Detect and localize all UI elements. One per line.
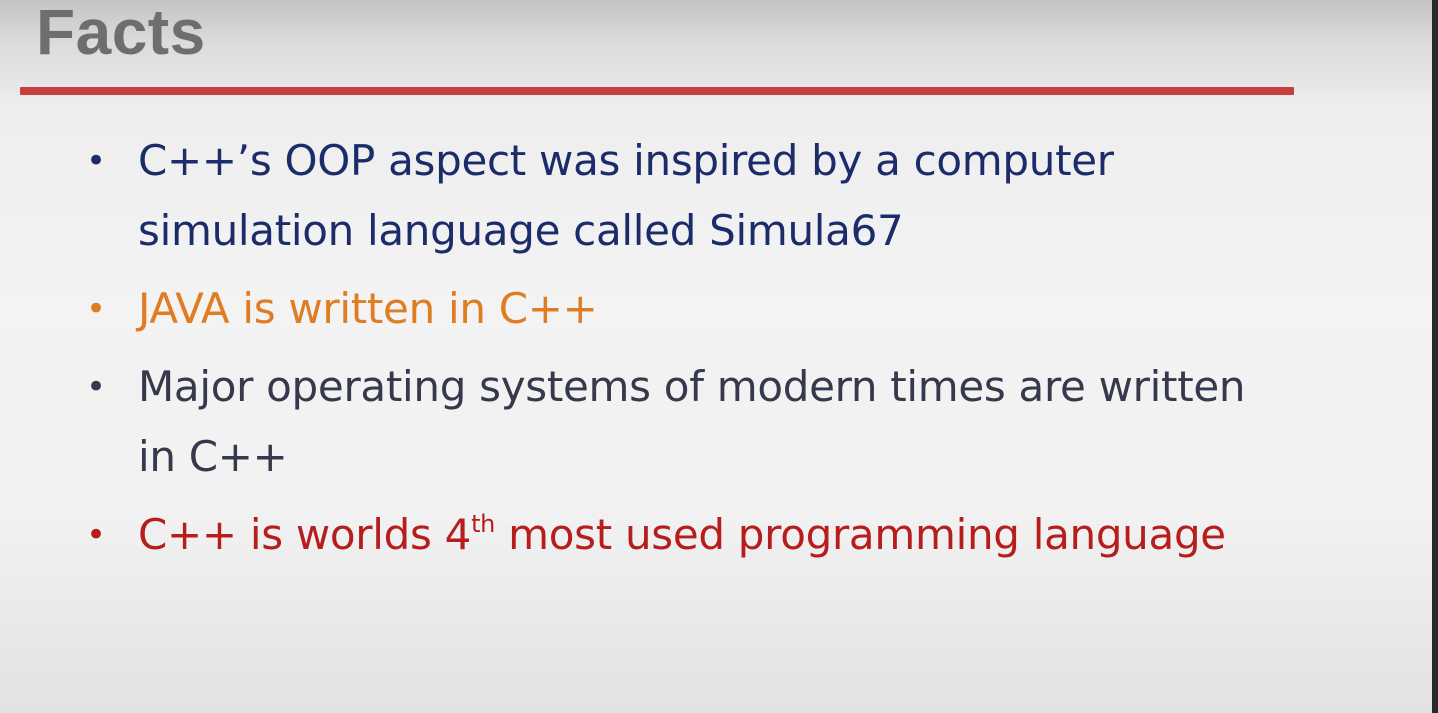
bullet-dot-icon: •	[86, 289, 106, 329]
bullet-dot-icon: •	[86, 367, 106, 407]
title-underline	[20, 87, 1294, 95]
slide-title: Facts	[36, 0, 206, 68]
bullet-dot-icon: •	[86, 141, 106, 181]
bullet-text-before: C++ is worlds 4	[138, 510, 472, 559]
bullet-text: Major operating systems of modern times …	[138, 362, 1246, 481]
bullet-item-os: • Major operating systems of modern time…	[80, 352, 1288, 492]
bullet-text-after: most used programming language	[495, 510, 1226, 559]
bullet-text: C++’s OOP aspect was inspired by a compu…	[138, 136, 1114, 255]
slide: Facts • C++’s OOP aspect was inspired by…	[0, 0, 1432, 713]
bullet-text: C++ is worlds 4th most used programming …	[138, 500, 1288, 570]
ordinal-superscript: th	[471, 510, 496, 538]
bullet-text: JAVA is written in C++	[138, 284, 598, 333]
bullet-list: • C++’s OOP aspect was inspired by a com…	[80, 126, 1288, 578]
bullet-item-java: • JAVA is written in C++	[80, 274, 1288, 344]
bullet-item-ranking: • C++ is worlds 4th most used programmin…	[80, 500, 1288, 570]
bullet-item-oop: • C++’s OOP aspect was inspired by a com…	[80, 126, 1288, 266]
bullet-dot-icon: •	[86, 515, 106, 555]
